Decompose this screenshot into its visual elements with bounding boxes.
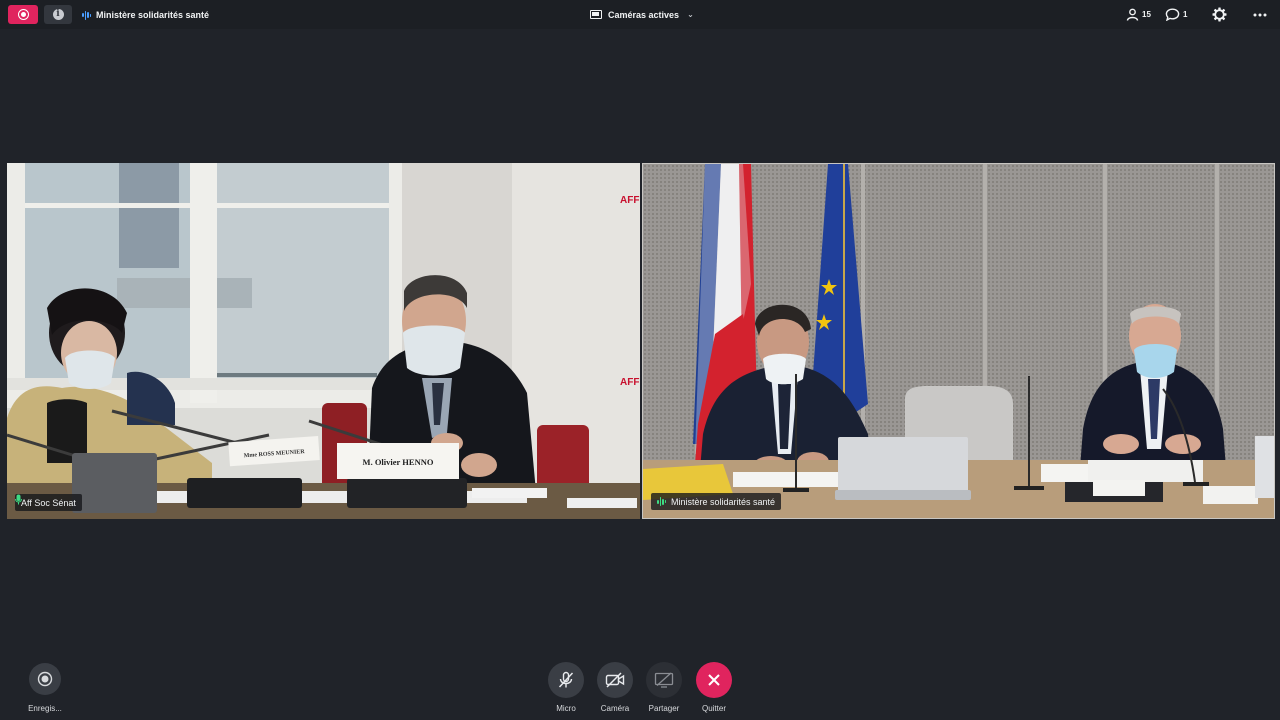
quit-label: Quitter	[701, 704, 726, 713]
more-options-button[interactable]	[1253, 7, 1267, 22]
share-screen-button[interactable]	[646, 662, 682, 698]
record-icon	[17, 9, 29, 20]
record-button[interactable]	[29, 663, 61, 695]
top-bar: i Ministère solidarités santé Caméras ac…	[0, 0, 1280, 29]
share-screen-off-icon	[654, 672, 674, 688]
info-icon: i	[52, 9, 64, 20]
audio-wave-icon	[82, 10, 91, 20]
settings-button[interactable]	[1212, 7, 1227, 22]
mic-toggle-button[interactable]	[548, 662, 584, 698]
participants-count: 15	[1142, 10, 1151, 19]
layout-dropdown[interactable]: Caméras actives ⌄	[590, 7, 694, 22]
screen-icon	[590, 10, 602, 19]
chat-bubble-icon	[1165, 8, 1180, 21]
video-tile-ministere[interactable]: Ministère solidarités santé	[642, 163, 1275, 519]
video-frame: AFF AFF Mme ROSS MEUNIER M. Olivier HENN…	[7, 163, 640, 519]
audio-wave-icon	[657, 497, 666, 507]
wall-text-aff-1: AFF	[620, 195, 639, 206]
tile-name-tag-ministere: Ministère solidarités santé	[651, 493, 782, 510]
participants-button[interactable]: 15	[1126, 7, 1151, 22]
record-label: Enregis...	[28, 704, 62, 713]
person-icon	[1126, 8, 1139, 21]
chat-button[interactable]: 1	[1165, 7, 1187, 22]
tile-label-senat: Aff Soc Sénat	[21, 497, 76, 508]
room-title-text: Ministère solidarités santé	[96, 10, 210, 20]
mic-off-icon	[558, 671, 574, 688]
gear-icon	[1212, 7, 1227, 22]
info-button[interactable]: i	[44, 5, 72, 24]
chevron-down-icon: ⌄	[687, 10, 694, 19]
mic-active-icon	[15, 494, 22, 505]
chat-count: 1	[1183, 10, 1188, 19]
video-tile-senat[interactable]: AFF AFF Mme ROSS MEUNIER M. Olivier HENN…	[7, 163, 640, 519]
quit-button[interactable]	[696, 662, 732, 698]
camera-off-icon	[605, 672, 625, 688]
video-frame	[643, 164, 1274, 518]
record-icon	[37, 671, 53, 687]
close-icon	[708, 674, 720, 686]
tile-name-tag-senat: Aff Soc Sénat	[15, 494, 82, 511]
name-plate-2: M. Olivier HENNO	[363, 457, 434, 467]
layout-label: Caméras actives	[608, 9, 680, 20]
wall-text-aff-2: AFF	[620, 377, 639, 388]
tile-label-ministere: Ministère solidarités santé	[671, 496, 776, 507]
room-title: Ministère solidarités santé	[82, 8, 209, 22]
recording-indicator-button[interactable]	[8, 5, 38, 24]
more-horizontal-icon	[1253, 13, 1267, 16]
camera-toggle-button[interactable]	[597, 662, 633, 698]
